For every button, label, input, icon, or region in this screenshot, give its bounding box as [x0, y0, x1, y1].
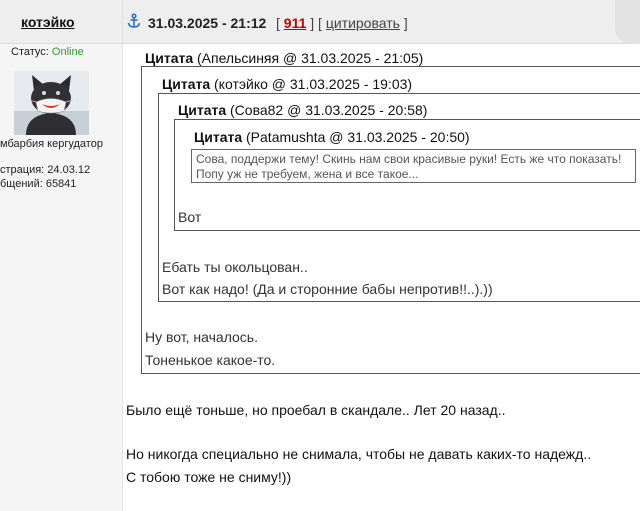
anchor-icon[interactable] [126, 13, 142, 29]
post-number-link[interactable]: 911 [284, 15, 307, 31]
post-date: 31.03.2025 - 21:12 [148, 15, 267, 31]
user-post-count: бщений: 65841 [0, 178, 77, 190]
post-actions: [ 911 ] [ цитировать ] [276, 15, 408, 31]
user-title: мбарбия кергудатор [0, 138, 103, 150]
quote-header: Цитата (котэйко @ 31.03.2025 - 19:03) [162, 76, 413, 92]
header-corner [615, 0, 640, 44]
user-status: Статус: Online [11, 46, 84, 58]
user-registration: страция: 24.03.12 [0, 164, 91, 176]
quote-text-line: Сова, поддержи тему! Скинь нам свои крас… [196, 152, 622, 166]
quote-link[interactable]: цитировать [326, 15, 400, 31]
author-cell: котэйко [0, 0, 123, 44]
author-username-link[interactable]: котэйко [21, 14, 75, 30]
quote-text-line: Ебать ты окольцован.. [162, 259, 308, 275]
post-header: котэйко 31.03.2025 - 21:12 [ 911 ] [ цит… [0, 0, 640, 44]
quote-text-line: Ну вот, началось. [145, 329, 258, 345]
post-text-line: С тобою тоже не сниму!)) [126, 469, 292, 485]
quote-header: Цитата (Апельсиняя @ 31.03.2025 - 21:05) [145, 50, 424, 66]
online-status: Online [51, 46, 84, 58]
quote-header: Цитата (Patamushta @ 31.03.2025 - 20:50) [194, 129, 470, 145]
post-text-line: Было ещё тоньше, но проебал в скандале..… [126, 402, 506, 418]
quote-header: Цитата (Сова82 @ 31.03.2025 - 20:58) [178, 102, 428, 118]
avatar[interactable] [14, 71, 89, 135]
quote-text-line: Попу уж не требуем, жена и все такое... [196, 167, 419, 181]
quote-block-innermost: Сова, поддержи тему! Скинь нам свои крас… [191, 149, 636, 183]
quote-text-line: Вот [178, 209, 202, 225]
quote-text-line: Тоненькое какое-то. [145, 352, 276, 368]
quote-text-line: Вот как надо! (Да и сторонние бабы непро… [162, 281, 493, 297]
post-text-line: Но никогда специально не снимала, чтобы … [126, 446, 592, 462]
